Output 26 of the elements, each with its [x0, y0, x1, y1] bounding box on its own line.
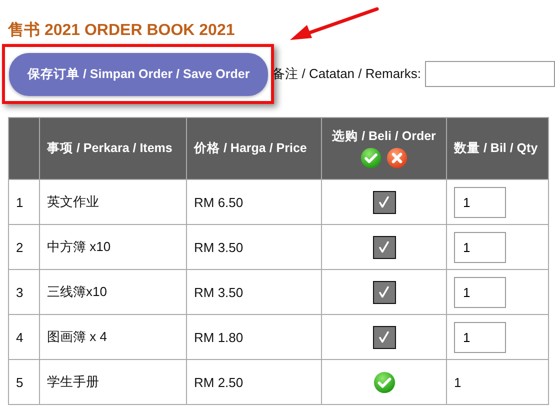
- table-cell: RM 3.50: [186, 270, 322, 314]
- table-cell: 2: [8, 224, 40, 270]
- table-cell: RM 6.50: [186, 180, 322, 224]
- table-cell: RM 1.80: [186, 314, 322, 360]
- column-header: 价格 / Harga / Price: [186, 118, 322, 180]
- table-cell: RM 2.50: [186, 360, 322, 404]
- column-header: 事项 / Perkara / Items: [40, 118, 186, 180]
- page-title: 售书 2021 ORDER BOOK 2021: [8, 20, 235, 41]
- table-cell: 图画簿 x 4: [40, 314, 186, 360]
- table-cell: 英文作业: [40, 180, 186, 224]
- table-cell: 1: [446, 360, 548, 404]
- table-cell: 1: [8, 180, 40, 224]
- table-cell: 中方簿 x10: [40, 224, 186, 270]
- column-header: 数量 / Bil / Qty: [446, 118, 548, 180]
- table-cell: 学生手册: [40, 360, 186, 404]
- save-button[interactable]: 保存订单 / Simpan Order / Save Order: [9, 52, 268, 96]
- table-cell: 3: [8, 270, 40, 314]
- table-cell: 4: [8, 314, 40, 360]
- quantity-field[interactable]: 1: [454, 232, 506, 262]
- quantity-field[interactable]: 1: [454, 186, 506, 218]
- table-cell: RM 3.50: [186, 224, 322, 270]
- table-cell: 三线簿x10: [40, 270, 186, 314]
- table-cell: 5: [8, 360, 40, 404]
- quantity-field[interactable]: 1: [454, 276, 506, 308]
- quantity-field[interactable]: 1: [454, 322, 506, 352]
- column-header: 选购 / Beli / Order: [331, 128, 437, 145]
